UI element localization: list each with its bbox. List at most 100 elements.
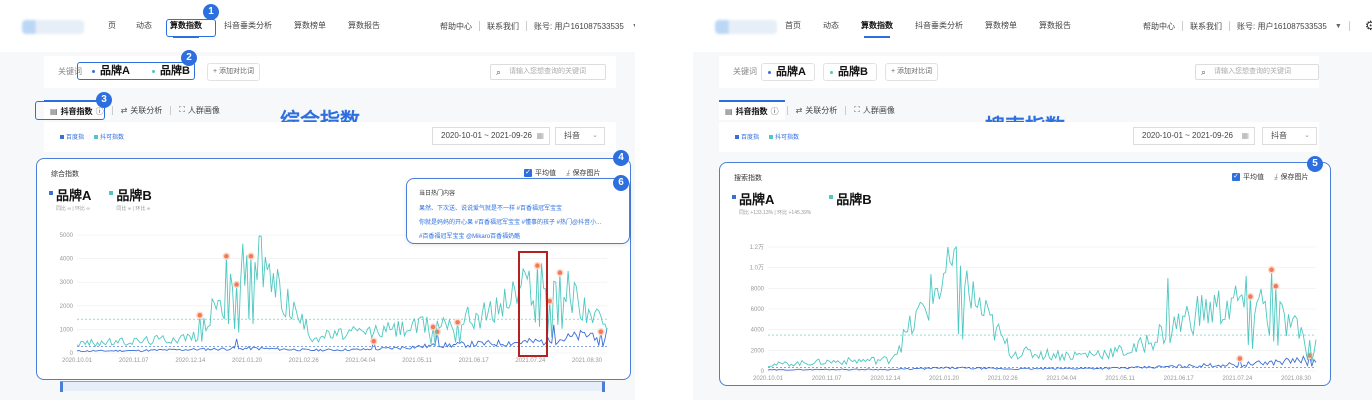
date-range-picker[interactable]: 2020-10-01 ~ 2021-09-26 ▦	[432, 127, 550, 145]
x-tick-label: 2020.10.01	[753, 376, 784, 382]
chevron-down-icon[interactable]: ▼	[1335, 23, 1342, 30]
event-marker	[1267, 265, 1276, 274]
event-marker	[247, 252, 255, 260]
x-tick-label: 2021.07.24	[515, 358, 546, 364]
x-tick-label: 2021.04.04	[345, 358, 376, 364]
filter-row: 百度指 抖可指数 2020-10-01 ~ 2021-09-26 ▦ 抖音 ⌄	[719, 122, 1319, 152]
y-tick-label: 0	[761, 369, 765, 375]
nav-dynamic[interactable]: 动态	[823, 0, 839, 52]
tab-douyin-index[interactable]: ▤ 抖音指数 ⓘ	[719, 100, 785, 120]
y-tick-label: 6000	[751, 307, 765, 313]
checkbox-icon: ✓	[524, 169, 532, 177]
download-icon: ⤓	[566, 168, 570, 177]
logo	[715, 20, 777, 34]
nav-reports[interactable]: 算数报告	[1039, 0, 1071, 52]
tab-audience-profile[interactable]: ⛶ 人群画像	[848, 100, 901, 120]
nav-rankings[interactable]: 算数榜单	[294, 0, 326, 52]
x-tick-label: 2021.02.26	[988, 376, 1019, 382]
chart-title: 搜索指数	[734, 175, 762, 182]
nav-reports[interactable]: 算数报告	[348, 0, 380, 52]
legend-baidu: 百度指	[735, 132, 759, 141]
chart-icon: ▤	[725, 106, 733, 116]
event-marker	[1236, 354, 1244, 363]
legend-baidu: 百度指	[60, 132, 84, 141]
nav-vertical-analysis[interactable]: 抖音垂类分析	[224, 0, 272, 52]
chart-title: 综合指数	[51, 171, 79, 178]
callout-badge-3: 3	[96, 92, 112, 108]
chevron-down-icon[interactable]: ▼	[632, 23, 635, 30]
keyword-chip-b[interactable]: 品牌B	[823, 63, 877, 81]
save-image-button[interactable]: ⤓ 保存图片	[566, 168, 601, 178]
y-tick-label: 4000	[751, 328, 765, 334]
tab-related-analysis[interactable]: ⇄ 关联分析	[790, 100, 844, 120]
average-toggle[interactable]: ✓ 平均值	[524, 168, 556, 178]
event-marker	[1246, 292, 1255, 301]
top-navigation: 首页 动态 算数指数 抖音垂类分析 算数榜单 算数报告 帮助中心 联系我们 账号…	[693, 0, 1372, 52]
contact-link[interactable]: 联系我们	[1190, 21, 1222, 32]
search-index-chart: 0 2000 4000 6000 8000 1.0万 1.2万 2020.10.01 2020.…	[719, 162, 1331, 386]
average-toggle[interactable]: ✓ 平均值	[1232, 172, 1264, 182]
nav-index[interactable]: 算数指数	[861, 0, 893, 52]
brand-b-summary: 品牌B 同比 ∞ | 环比 ∞	[109, 185, 152, 212]
add-compare-button[interactable]: + 添加对比词	[207, 63, 261, 81]
add-compare-button[interactable]: + 添加对比词	[885, 63, 939, 81]
help-icon: ⓘ	[770, 106, 779, 116]
callout-badge-6: 6	[613, 175, 629, 191]
filter-row: 百度指 抖可指数 2020-10-01 ~ 2021-09-26 ▦ 抖音 ⌄	[44, 122, 616, 152]
chevron-down-icon: ⌄	[1304, 132, 1310, 139]
contact-link[interactable]: 联系我们	[487, 21, 519, 32]
nav-rankings[interactable]: 算数榜单	[985, 0, 1017, 52]
tab-related-analysis[interactable]: ⇄ 关联分析	[115, 100, 169, 120]
gear-icon[interactable]: ⚙	[1365, 18, 1372, 34]
nav-dynamic[interactable]: 动态	[136, 0, 152, 52]
search-input[interactable]: ⌕ 请输入您想查询的关键词	[1195, 64, 1319, 80]
time-range-scrollbar[interactable]	[60, 381, 605, 392]
account-label[interactable]: 账号: 用户161087533535	[1237, 21, 1327, 32]
callout-badge-5: 5	[1307, 156, 1323, 172]
date-range-picker[interactable]: 2020-10-01 ~ 2021-09-26 ▦	[1133, 127, 1255, 145]
x-tick-label: 2021.06.17	[1164, 376, 1195, 382]
link-icon: ⇄	[120, 105, 128, 115]
event-marker	[556, 269, 564, 277]
search-icon: ⌕	[1201, 67, 1207, 77]
top-navigation: 页 动态 算数指数 抖音垂类分析 算数榜单 算数报告 帮助中心 联系我们 账号:…	[0, 0, 635, 52]
platform-select[interactable]: 抖音 ⌄	[555, 127, 605, 145]
x-tick-label: 2021.01.20	[929, 376, 960, 382]
nav-vertical-analysis[interactable]: 抖音垂类分析	[915, 0, 963, 52]
hot-content-title: 当日热门内容	[419, 191, 456, 197]
callout-badge-2: 2	[181, 50, 197, 66]
account-label[interactable]: 账号: 用户161087533535	[534, 21, 624, 32]
nav-home[interactable]: 首页	[785, 0, 801, 52]
analysis-tabs: ▤ 抖音指数 ⓘ ⇄ 关联分析 ⛶ 人群画像	[719, 100, 901, 120]
help-center-link[interactable]: 帮助中心	[440, 21, 472, 32]
hot-content-item[interactable]: #百香福冠军宝宝 @Mikaro百香福奶酪	[419, 231, 520, 240]
event-marker	[222, 252, 231, 260]
hot-content-item[interactable]: 果然、下次送、说说爱气就是不一样 #百香福冠军宝宝	[419, 203, 562, 212]
help-center-link[interactable]: 帮助中心	[1143, 21, 1175, 32]
y-tick-label: 1.0万	[750, 265, 764, 272]
x-tick-label: 2021.04.04	[1046, 376, 1077, 382]
download-icon: ⤓	[1274, 172, 1278, 181]
tab-audience-profile[interactable]: ⛶ 人群画像	[173, 100, 226, 120]
scroll-handle-right[interactable]	[602, 382, 605, 392]
search-input[interactable]: ⌕ 请输入您想查询的关键词	[490, 64, 606, 80]
people-icon: ⛶	[179, 105, 185, 114]
hot-content-item[interactable]: 你就是妈妈的开心果 #百香福冠军宝宝 #懂事的孩子 #热门@抖音小...	[419, 217, 601, 226]
x-tick-label: 2021.05.11	[402, 358, 432, 364]
keyword-chip-a[interactable]: 品牌A	[761, 63, 815, 81]
keyword-label: 关键词	[733, 67, 757, 76]
callout-badge-1: 1	[203, 4, 219, 20]
hot-content-popup: 当日热门内容 果然、下次送、说说爱气就是不一样 #百香福冠军宝宝 你就是妈妈的开…	[406, 178, 630, 244]
y-tick-label: 2000	[60, 304, 74, 310]
save-image-button[interactable]: ⤓ 保存图片	[1274, 172, 1309, 182]
legend-douke: 抖可指数	[769, 132, 799, 141]
calendar-icon: ▦	[536, 131, 544, 140]
link-icon: ⇄	[795, 105, 803, 115]
brand-b-dot	[830, 71, 833, 74]
brand-a-summary: 品牌A 同比 +133.13% | 环比 +145.39%	[732, 189, 811, 216]
nav-home[interactable]: 页	[108, 0, 116, 52]
scroll-handle-left[interactable]	[60, 382, 63, 392]
calendar-icon: ▦	[1241, 131, 1249, 140]
peak-highlight-box	[518, 251, 548, 357]
platform-select[interactable]: 抖音 ⌄	[1262, 127, 1317, 145]
